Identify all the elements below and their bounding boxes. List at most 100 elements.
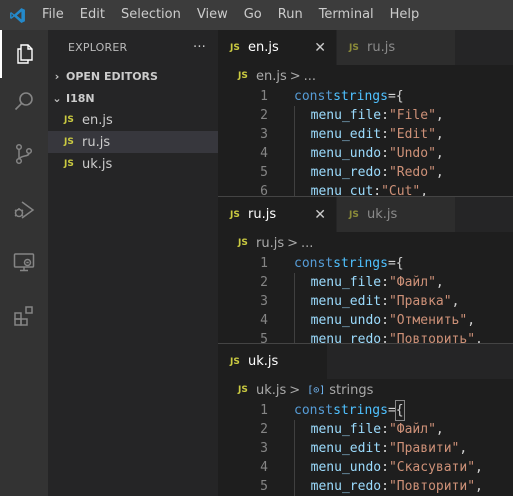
brace: { — [395, 89, 404, 104]
code-line: 6 menu_cut: "Cut", — [218, 182, 513, 196]
line-number: 4 — [260, 146, 268, 161]
tab-ru-js[interactable]: JS ru.js — [337, 30, 456, 65]
variable-name: strings — [333, 403, 388, 418]
menu-help[interactable]: Help — [382, 0, 428, 30]
comma: , — [475, 479, 483, 494]
brace: { — [395, 256, 404, 271]
colon: : — [381, 108, 389, 123]
file-item-uk[interactable]: JS uk.js — [48, 153, 218, 175]
tab-uk-js[interactable]: JS uk.js — [218, 344, 328, 379]
breadcrumb-ellipsis[interactable]: ... — [304, 69, 316, 84]
comma: , — [475, 332, 483, 343]
breadcrumb-file[interactable]: ru.js — [256, 236, 284, 251]
line-number: 3 — [260, 441, 268, 456]
close-icon[interactable]: ✕ — [314, 40, 326, 56]
file-item-ru[interactable]: JS ru.js — [48, 131, 218, 153]
indent-guide — [294, 458, 311, 477]
property-key: menu_edit — [310, 441, 382, 456]
tab-en-js[interactable]: JS en.js ✕ — [218, 30, 337, 65]
source-control-icon[interactable] — [0, 130, 48, 178]
js-file-icon: JS — [230, 42, 240, 53]
keyword: const — [294, 256, 334, 271]
breadcrumb-file[interactable]: uk.js — [256, 383, 286, 398]
close-icon[interactable]: ✕ — [314, 207, 326, 223]
run-debug-icon[interactable] — [0, 186, 48, 234]
string-value: "Повторить" — [388, 332, 476, 343]
search-icon[interactable] — [0, 78, 48, 126]
breadcrumb-separator: > — [289, 68, 301, 84]
menu-terminal[interactable]: Terminal — [311, 0, 382, 30]
tab-uk-js[interactable]: JS uk.js — [337, 197, 456, 232]
js-file-icon: JS — [238, 385, 248, 395]
property-key: menu_file — [310, 108, 382, 123]
property-key: menu_undo — [310, 460, 382, 475]
more-actions-icon[interactable]: ··· — [193, 40, 206, 55]
open-editors-label: OPEN EDITORS — [66, 69, 158, 83]
indent-guide — [294, 106, 311, 125]
string-value: "Отменить" — [388, 313, 468, 328]
menu-go[interactable]: Go — [236, 0, 270, 30]
comma: , — [475, 460, 483, 475]
breadcrumb-separator: > — [289, 382, 301, 398]
explorer-icon[interactable] — [0, 30, 48, 78]
extensions-icon[interactable] — [0, 292, 48, 340]
editor-group-ru: JS ru.js ✕ JS uk.js JS ru.js > ... 1 cons… — [218, 197, 513, 343]
folder-label: I18N — [66, 91, 95, 105]
folder-section[interactable]: ⌄ I18N — [48, 87, 218, 109]
property-key: menu_undo — [310, 146, 382, 161]
breadcrumb-file[interactable]: en.js — [256, 69, 287, 84]
colon: : — [381, 313, 389, 328]
menu-selection[interactable]: Selection — [113, 0, 189, 30]
js-file-icon: JS — [238, 238, 248, 248]
menu-edit[interactable]: Edit — [72, 0, 113, 30]
editor-group-en: JS en.js ✕ JS ru.js JS en.js > ... 1 cons… — [218, 30, 513, 196]
breadcrumb-symbol[interactable]: strings — [329, 383, 373, 398]
code-editor[interactable]: 1 const strings = {2 menu_file: "Файл", 3 … — [218, 254, 513, 343]
breadcrumb: JS uk.js > [⊙] strings — [218, 379, 513, 401]
colon: : — [381, 146, 389, 161]
property-key: menu_redo — [310, 332, 382, 343]
colon: : — [381, 294, 389, 309]
string-value: "Повторити" — [388, 479, 476, 494]
colon: : — [381, 479, 389, 494]
indent-guide — [294, 330, 311, 343]
open-editors-section[interactable]: › OPEN EDITORS — [48, 65, 218, 87]
colon: : — [381, 422, 389, 437]
indent-guide — [294, 144, 311, 163]
menu-run[interactable]: Run — [270, 0, 311, 30]
code-line: 5 menu_redo: "Повторить", — [218, 330, 513, 343]
menu-file[interactable]: File — [34, 0, 72, 30]
comma: , — [435, 108, 444, 123]
indent-guide — [294, 273, 311, 292]
code-editor[interactable]: 1 const strings = {2 menu_file: "File", 3 … — [218, 87, 513, 196]
file-name: en.js — [82, 112, 113, 128]
property-key: menu_undo — [310, 313, 382, 328]
comma: , — [435, 146, 444, 161]
tab-label: uk.js — [367, 207, 398, 222]
chevron-down-icon: ⌄ — [52, 91, 62, 105]
tab-ru-js[interactable]: JS ru.js ✕ — [218, 197, 337, 232]
remote-explorer-icon[interactable] — [0, 238, 48, 286]
code-line: 5 menu_redo: "Повторити", — [218, 477, 513, 496]
breadcrumb-ellipsis[interactable]: ... — [301, 236, 313, 251]
code-line: 1 const strings = { — [218, 400, 513, 421]
comma: , — [435, 422, 444, 437]
explorer-sidebar: EXPLORER ··· › OPEN EDITORS ⌄ I18N JS en… — [48, 30, 218, 496]
code-line: 4 menu_undo: "Undo", — [218, 144, 513, 163]
tab-label: ru.js — [248, 207, 277, 222]
code-line: 2 menu_file: "File", — [218, 106, 513, 125]
code-editor[interactable]: 1 const strings = {2 menu_file: "Файл", 3 … — [218, 400, 513, 496]
line-number: 1 — [260, 89, 268, 104]
variable-name: strings — [333, 256, 388, 271]
indent-guide — [294, 163, 311, 182]
code-line: 4 menu_undo: "Отменить", — [218, 311, 513, 330]
file-item-en[interactable]: JS en.js — [48, 109, 218, 131]
indent-guide — [294, 182, 311, 196]
breadcrumb: JS en.js > ... — [218, 65, 513, 87]
code-line: 2 menu_file: "Файл", — [218, 273, 513, 292]
code-line: 3 menu_edit: "Правити", — [218, 439, 513, 458]
js-file-icon: JS — [230, 209, 240, 220]
menu-view[interactable]: View — [189, 0, 236, 30]
indent-guide — [294, 311, 311, 330]
line-number: 5 — [260, 479, 268, 494]
